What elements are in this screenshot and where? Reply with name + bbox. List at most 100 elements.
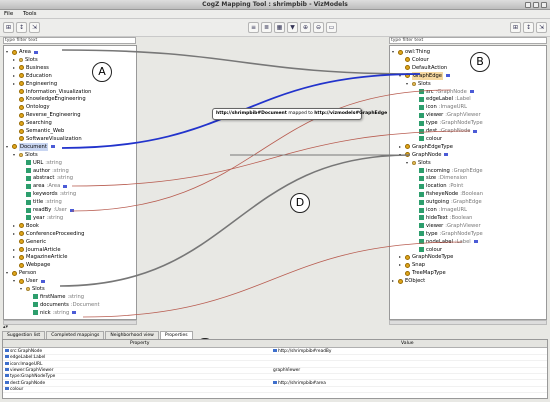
collapsed-icon[interactable]: ▸ — [399, 143, 403, 151]
tree-node[interactable]: SoftwareVisualization — [13, 135, 82, 143]
right-hierarchy-icon[interactable]: ⊞ — [510, 22, 521, 33]
expanded-icon[interactable]: ▾ — [406, 80, 410, 88]
tree-node[interactable]: ▸ GraphEdgeType — [399, 143, 453, 151]
tree-node[interactable]: colour — [413, 135, 442, 143]
tree-node[interactable]: hideText: Boolean — [413, 214, 472, 222]
zoom-in-icon[interactable]: ⊕ — [300, 22, 311, 33]
tree-node[interactable]: ▾ Document — [6, 142, 55, 151]
collapsed-icon[interactable]: ▸ — [13, 222, 17, 230]
tree-node[interactable]: KnowledgeEngineering — [13, 95, 86, 103]
tree-node[interactable]: keywords: string — [20, 190, 76, 198]
tree-node[interactable]: edgeLabel: Label — [413, 95, 471, 103]
tree-node[interactable]: nodeLabel: Label — [413, 238, 478, 246]
align-left-icon[interactable]: ≡ — [248, 22, 259, 33]
collapsed-icon[interactable]: ▸ — [13, 253, 17, 261]
tree-node[interactable]: ▸ GraphNodeType — [399, 253, 453, 261]
tree-node[interactable]: Generic — [13, 238, 46, 246]
collapsed-icon[interactable]: ▸ — [399, 253, 403, 261]
tree-node[interactable]: ▸ Snap — [399, 261, 425, 269]
expanded-icon[interactable]: ▾ — [20, 285, 24, 293]
tree-node[interactable]: icon: ImageURL — [413, 103, 467, 111]
tree-node[interactable]: abstract: string — [20, 174, 73, 182]
tree-node[interactable]: outgoing: GraphEdge — [413, 198, 482, 206]
right-expand-icon[interactable]: ⇲ — [536, 22, 547, 33]
property-row[interactable]: viewer:GraphViewer graphViewer — [3, 367, 547, 374]
maximize-button[interactable] — [533, 2, 539, 8]
tree-node[interactable]: src: GraphNode — [413, 88, 474, 96]
hierarchy-icon[interactable]: ⊞ — [3, 22, 14, 33]
expanded-icon[interactable]: ▾ — [13, 151, 17, 159]
close-button[interactable] — [541, 2, 547, 8]
zoom-out-icon[interactable]: ⊖ — [313, 22, 324, 33]
menu-file[interactable]: File — [4, 11, 13, 17]
property-row[interactable]: type:GraphNodeType — [3, 374, 547, 381]
tree-node[interactable]: ▾ Slots — [20, 285, 45, 293]
property-row[interactable]: colour — [3, 386, 547, 393]
tree-node[interactable]: ▸ ConferenceProceeding — [13, 230, 84, 238]
collapsed-icon[interactable]: ▸ — [13, 246, 17, 254]
tree-node[interactable]: location: Point — [413, 182, 463, 190]
right-sort-icon[interactable]: ↕ — [523, 22, 534, 33]
collapsed-icon[interactable]: ▸ — [13, 230, 17, 238]
tree-node[interactable]: ▸ JournalArticle — [13, 246, 61, 254]
tree-node[interactable]: title: string — [20, 198, 62, 206]
left-filter-input[interactable]: type filter text — [3, 37, 136, 44]
tab-completed-mappings[interactable]: Completed mappings — [46, 331, 105, 339]
tree-node[interactable]: ▾ GraphEdge — [399, 71, 450, 80]
tree-node[interactable]: Semantic_Web — [13, 127, 64, 135]
expanded-icon[interactable]: ▾ — [6, 48, 10, 56]
tree-node[interactable]: size: Dimension — [413, 174, 467, 182]
expanded-icon[interactable]: ▾ — [399, 72, 403, 80]
tree-node[interactable]: viewer: GraphViewer — [413, 111, 481, 119]
tree-node[interactable]: ▸ EObject — [392, 277, 425, 285]
tree-node[interactable]: fisheyeNode: Boolean — [413, 190, 483, 198]
tree-node[interactable]: DefaultAction — [399, 64, 447, 72]
collapsed-icon[interactable]: ▸ — [13, 80, 17, 88]
tree-node[interactable]: author: string — [20, 167, 69, 175]
tree-node[interactable]: ▸ MagazineArticle — [13, 253, 67, 261]
tree-node[interactable]: ▾ owl:Thing — [392, 48, 430, 56]
tree-node[interactable]: ▾ GraphNode — [399, 151, 449, 159]
expanded-icon[interactable]: ▾ — [406, 159, 410, 167]
tree-node[interactable]: ▾ User — [13, 277, 45, 285]
tree-node[interactable]: ▸ Book — [13, 222, 39, 230]
tab-suggestion-list[interactable]: Suggestion list — [2, 331, 46, 339]
expanded-icon[interactable]: ▾ — [6, 269, 10, 277]
collapse-arrows-icon[interactable]: ▴▾ — [3, 324, 8, 330]
tree-node[interactable]: documents: Document — [27, 301, 100, 309]
tree-node[interactable]: readBy: User — [20, 206, 74, 214]
expand-icon[interactable]: ⇲ — [29, 22, 40, 33]
expanded-icon[interactable]: ▾ — [6, 143, 10, 151]
mapping-view-icon[interactable]: ▦ — [274, 22, 285, 33]
collapsed-icon[interactable]: ▸ — [13, 72, 17, 80]
expanded-icon[interactable]: ▾ — [392, 48, 396, 56]
tree-node[interactable]: type: GraphNodeType — [413, 230, 483, 238]
tree-node[interactable]: ▾ Slots — [13, 151, 38, 159]
right-filter-input[interactable]: type filter text — [389, 37, 547, 44]
tree-node[interactable]: ▾ Slots — [406, 159, 431, 167]
property-row[interactable]: edgeLabel:Label — [3, 355, 547, 362]
tree-node[interactable]: year: string — [20, 214, 63, 222]
tree-node[interactable]: type: GraphNodeType — [413, 119, 483, 127]
property-column-header[interactable]: Property — [130, 340, 149, 347]
tree-node[interactable]: Information_Visualization — [13, 88, 91, 96]
tree-node[interactable]: viewer: GraphViewer — [413, 222, 481, 230]
tree-node[interactable]: URL: string — [20, 159, 62, 167]
menu-tools[interactable]: Tools — [23, 11, 37, 17]
collapsed-icon[interactable]: ▸ — [399, 261, 403, 269]
tree-node[interactable]: Reverse_Engineering — [13, 111, 81, 119]
tree-node[interactable]: ▸ Business — [13, 64, 49, 72]
tree-node[interactable]: Ontology — [13, 103, 50, 111]
property-row[interactable]: src:GraphNode http://shrimpbib#readBy — [3, 349, 547, 355]
tree-node[interactable]: nick: string — [27, 309, 77, 317]
expanded-icon[interactable]: ▾ — [399, 151, 403, 159]
filter-icon[interactable]: ▼ — [287, 22, 298, 33]
tree-node[interactable]: Webpage — [13, 261, 50, 269]
tree-node[interactable]: dest: GraphNode — [413, 127, 478, 135]
left-slider[interactable] — [3, 320, 137, 325]
tree-node[interactable]: ▸ Education — [13, 72, 52, 80]
tree-node[interactable]: ▸ Engineering — [13, 80, 57, 88]
tree-node[interactable]: area: Area — [20, 182, 68, 190]
collapsed-icon[interactable]: ▸ — [13, 56, 17, 64]
right-slider[interactable] — [389, 320, 547, 325]
